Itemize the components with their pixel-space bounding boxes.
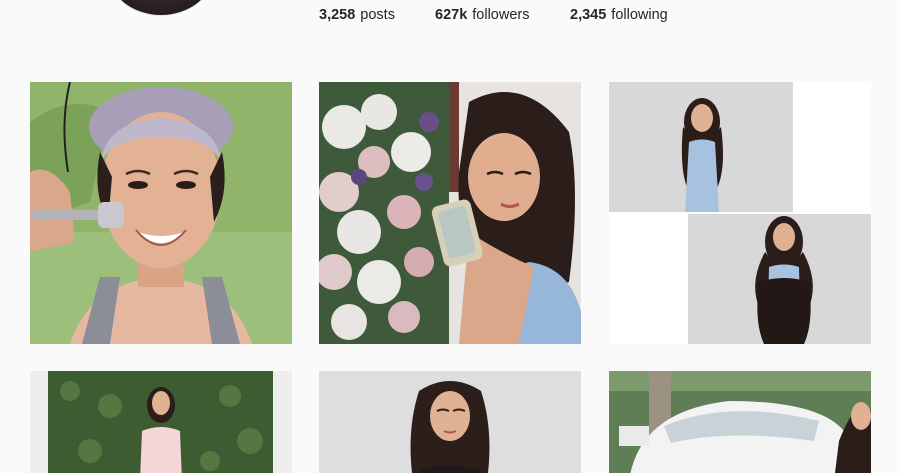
posts-label: posts	[360, 7, 395, 23]
profile-avatar[interactable]	[108, 0, 214, 16]
following-label: following	[611, 7, 668, 23]
followers-label: followers	[472, 7, 530, 23]
post-thumbnail-facial[interactable]	[30, 82, 292, 344]
post-thumbnail-car[interactable]	[609, 371, 871, 473]
studio-photo	[319, 371, 581, 473]
following-count: 2,345	[570, 7, 607, 23]
post-thumbnail-hedge[interactable]	[30, 371, 292, 473]
posts-count: 3,258	[319, 7, 356, 23]
post-thumbnail-flowers[interactable]	[319, 82, 581, 344]
hedge-photo	[30, 371, 292, 473]
post-thumbnail-hair-collage[interactable]	[609, 82, 871, 344]
followers-stat[interactable]: 627k followers	[435, 7, 570, 23]
followers-count: 627k	[435, 7, 468, 23]
profile-page: 3,258 posts 627k followers 2,345 followi…	[0, 0, 900, 473]
post-thumbnail-studio[interactable]	[319, 371, 581, 473]
hair-collage-photo	[609, 82, 871, 344]
profile-stats: 3,258 posts 627k followers 2,345 followi…	[319, 7, 668, 23]
car-photo	[609, 371, 871, 473]
facial-photo	[30, 82, 292, 344]
following-stat[interactable]: 2,345 following	[570, 7, 668, 23]
flowers-photo	[319, 82, 581, 344]
posts-stat[interactable]: 3,258 posts	[319, 7, 435, 23]
